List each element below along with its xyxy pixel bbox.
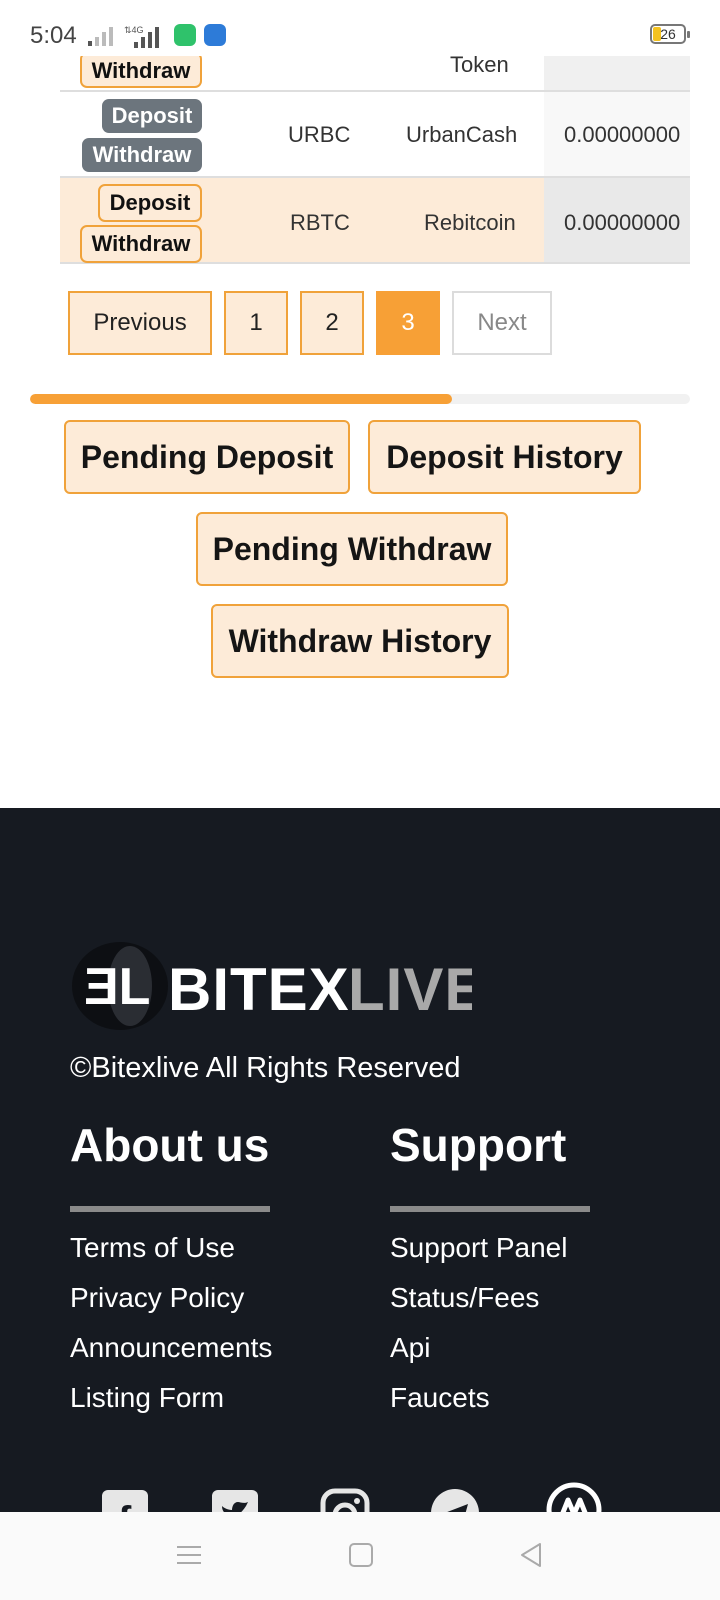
system-navigation-bar xyxy=(0,1512,720,1600)
status-time: 5:04 xyxy=(30,22,77,49)
balance-cell: 0.00000000 xyxy=(544,92,690,176)
svg-text:⇅4G: ⇅4G xyxy=(124,25,144,35)
withdraw-history-button[interactable]: Withdraw History xyxy=(211,604,509,678)
coin-symbol: RBTC xyxy=(290,210,350,235)
privacy-policy-link[interactable]: Privacy Policy xyxy=(70,1282,244,1314)
pagination-previous[interactable]: Previous xyxy=(68,291,212,355)
deposit-history-button[interactable]: Deposit History xyxy=(368,420,641,494)
copyright-text: ©Bitexlive All Rights Reserved xyxy=(70,1052,461,1084)
terms-of-use-link[interactable]: Terms of Use xyxy=(70,1232,235,1264)
divider xyxy=(390,1206,590,1212)
table-row: Withdraw Token xyxy=(60,56,690,92)
faucets-link[interactable]: Faucets xyxy=(390,1382,490,1414)
battery-icon: 26 xyxy=(650,24,690,44)
balance-value: 0.00000000 xyxy=(564,210,681,235)
pagination-page-3[interactable]: 3 xyxy=(376,291,440,355)
coin-symbol: URBC xyxy=(288,122,351,147)
deposit-button[interactable]: Deposit xyxy=(102,99,202,133)
balance-cell: 0.00000000 xyxy=(544,178,690,262)
coin-table: Withdraw Token Deposit Withdraw URBC Urb… xyxy=(60,56,690,268)
recent-apps-icon[interactable] xyxy=(176,1542,202,1568)
app-notification-icon xyxy=(174,24,196,46)
withdraw-button[interactable]: Withdraw xyxy=(82,138,202,172)
deposit-button[interactable]: Deposit xyxy=(98,184,202,222)
svg-text:BITEX: BITEX xyxy=(168,956,350,1023)
api-link[interactable]: Api xyxy=(390,1332,430,1364)
back-icon[interactable] xyxy=(518,1542,544,1568)
svg-text:ƎL: ƎL xyxy=(84,958,150,1016)
footer: ƎL BITEX LIVE ©Bitexlive All Rights Rese… xyxy=(0,808,720,1538)
status-fees-link[interactable]: Status/Fees xyxy=(390,1282,539,1314)
table-row: Deposit Withdraw RBTC Rebitcoin 0.000000… xyxy=(60,178,690,264)
bitexlive-logo[interactable]: ƎL BITEX LIVE xyxy=(72,938,472,1034)
pending-deposit-button[interactable]: Pending Deposit xyxy=(64,420,350,494)
pagination-page-2[interactable]: 2 xyxy=(300,291,364,355)
pending-withdraw-button[interactable]: Pending Withdraw xyxy=(196,512,508,586)
about-us-heading: About us xyxy=(70,1119,270,1171)
progress-bar xyxy=(30,394,690,404)
withdraw-button[interactable]: Withdraw xyxy=(80,225,202,263)
withdraw-button[interactable]: Withdraw xyxy=(80,56,202,88)
4g-signal-icon: ⇅4G xyxy=(124,25,159,48)
status-bar: 5:04 ⇅4G 26 xyxy=(0,0,720,62)
support-panel-link[interactable]: Support Panel xyxy=(390,1232,567,1264)
progress-bar-fill xyxy=(30,394,453,404)
pagination-next[interactable]: Next xyxy=(452,291,552,355)
table-row: Deposit Withdraw URBC UrbanCash 0.000000… xyxy=(60,92,690,178)
shield-icon xyxy=(204,24,226,46)
battery-level: 26 xyxy=(660,26,676,42)
coin-name: Token xyxy=(450,56,509,77)
home-icon[interactable] xyxy=(348,1542,374,1568)
balance-value: 0.00000000 xyxy=(564,122,681,147)
coin-name: Rebitcoin xyxy=(424,210,516,235)
pagination-page-1[interactable]: 1 xyxy=(224,291,288,355)
svg-text:LIVE: LIVE xyxy=(348,956,472,1023)
divider xyxy=(70,1206,270,1212)
support-heading: Support xyxy=(390,1119,567,1171)
announcements-link[interactable]: Announcements xyxy=(70,1332,272,1364)
balance-cell xyxy=(544,56,690,90)
listing-form-link[interactable]: Listing Form xyxy=(70,1382,224,1414)
signal-icon xyxy=(88,27,113,46)
coin-name: UrbanCash xyxy=(406,122,518,147)
